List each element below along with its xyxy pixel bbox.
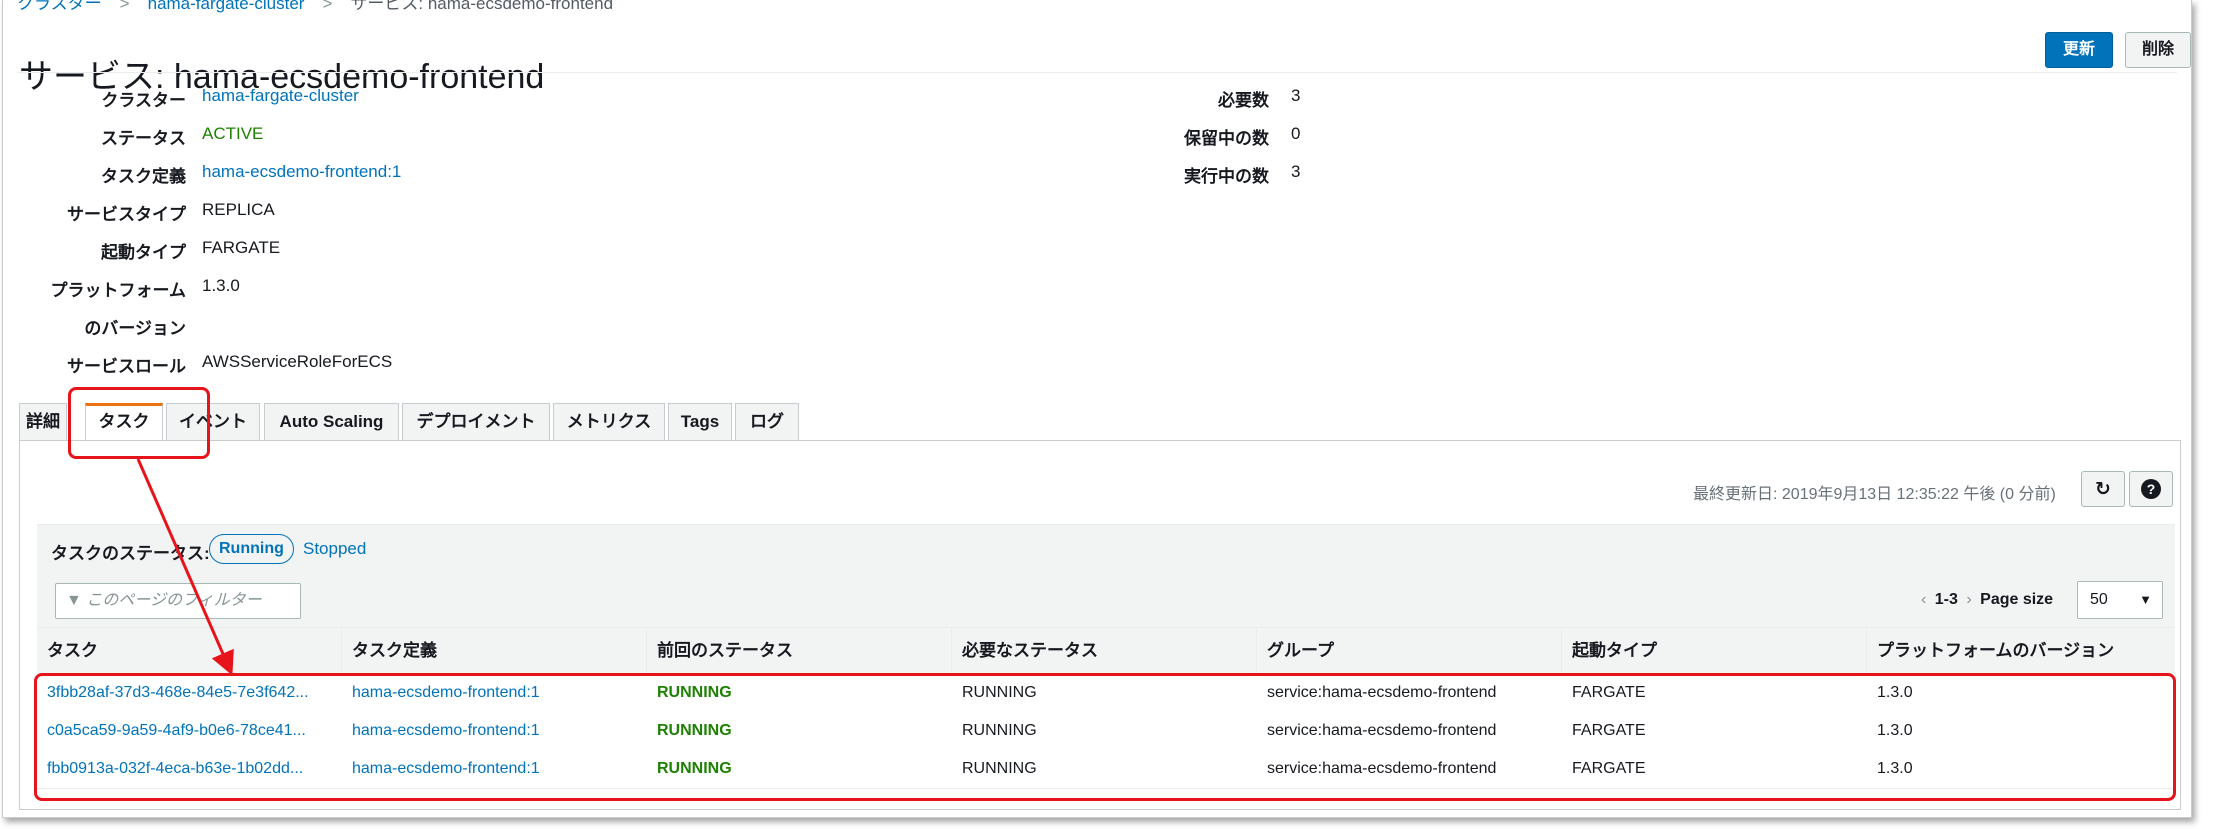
group: service:hama-ecsdemo-frontend	[1267, 684, 1497, 701]
launch-type: FARGATE	[1572, 760, 1646, 777]
page-size-select[interactable]: 50 ▼	[2077, 581, 2163, 619]
platform-version: 1.3.0	[1877, 760, 1913, 777]
filter-icon: ▼	[66, 592, 82, 609]
table-header: タスク タスク定義 前回のステータス 必要なステータス グループ 起動タイプ プ…	[37, 627, 2175, 674]
detail-key: のバージョン	[84, 319, 186, 338]
breadcrumb-cluster[interactable]: hama-fargate-cluster	[148, 0, 305, 13]
task-id-link[interactable]: c0a5ca59-9a59-4af9-b0e6-78ce41...	[37, 712, 342, 750]
detail-key: サービスロール	[67, 357, 186, 376]
detail-value: 0	[1291, 124, 1301, 143]
pagination: ‹ 1-3 › Page size	[1917, 591, 2053, 609]
column-header[interactable]: プラットフォームのバージョン	[1867, 628, 2175, 674]
refresh-button[interactable]: ↻	[2081, 471, 2125, 507]
detail-key: クラスター	[101, 91, 186, 110]
task-id-link[interactable]: fbb0913a-032f-4eca-b63e-1b02dd...	[37, 750, 342, 788]
tab-tags[interactable]: Tags	[668, 403, 732, 440]
breadcrumb-clusters[interactable]: クラスター	[17, 0, 102, 13]
task-status-label: タスクのステータス:	[51, 544, 210, 563]
pager-range: 1-3	[1934, 591, 1958, 608]
filter-input[interactable]: ▼ このページのフィルター	[55, 583, 301, 619]
next-page-icon[interactable]: ›	[1966, 591, 1971, 608]
detail-value: 1.3.0	[202, 276, 240, 295]
desired-status: RUNNING	[962, 722, 1037, 739]
breadcrumb-current: サービス: hama-ecsdemo-frontend	[350, 0, 614, 13]
tab-metrics[interactable]: メトリクス	[553, 403, 665, 440]
detail-key: 起動タイプ	[101, 243, 186, 262]
detail-value: AWSServiceRoleForECS	[202, 352, 393, 371]
detail-key: ステータス	[101, 129, 186, 148]
launch-type: FARGATE	[1572, 684, 1646, 701]
update-button[interactable]: 更新	[2045, 32, 2113, 68]
table-row: 3fbb28af-37d3-468e-84e5-7e3f642... hama-…	[37, 674, 2175, 713]
detail-value: FARGATE	[202, 238, 281, 257]
column-header[interactable]: 必要なステータス	[952, 628, 1257, 674]
task-definition-link[interactable]: hama-ecsdemo-frontend:1	[342, 712, 647, 750]
table-row: fbb0913a-032f-4eca-b63e-1b02dd... hama-e…	[37, 750, 2175, 789]
detail-key: 実行中の数	[1184, 167, 1269, 186]
filter-placeholder: このページのフィルター	[86, 592, 262, 609]
detail-value: 3	[1291, 162, 1301, 181]
platform-version: 1.3.0	[1877, 684, 1913, 701]
tab-details[interactable]: 詳細	[19, 403, 67, 440]
detail-value: REPLICA	[202, 200, 275, 219]
launch-type: FARGATE	[1572, 722, 1646, 739]
delete-button[interactable]: 削除	[2125, 32, 2191, 68]
status-value: ACTIVE	[202, 124, 264, 143]
prev-page-icon[interactable]: ‹	[1921, 591, 1926, 608]
group: service:hama-ecsdemo-frontend	[1267, 760, 1497, 777]
detail-value: 3	[1291, 86, 1301, 105]
detail-key: タスク定義	[101, 167, 186, 186]
column-header[interactable]: 起動タイプ	[1562, 628, 1867, 674]
breadcrumb: クラスター > hama-fargate-cluster > サービス: hama-ec…	[17, 0, 613, 14]
last-status: RUNNING	[657, 684, 732, 701]
task-status-filter: タスクのステータス: Running Stopped	[37, 524, 2175, 576]
group: service:hama-ecsdemo-frontend	[1267, 722, 1497, 739]
tab-tasks[interactable]: タスク	[85, 403, 163, 441]
column-header[interactable]: タスク定義	[342, 628, 647, 674]
column-header[interactable]: 前回のステータス	[647, 628, 952, 674]
tab-events[interactable]: イベント	[166, 403, 260, 440]
desired-status: RUNNING	[962, 760, 1037, 777]
platform-version: 1.3.0	[1877, 722, 1913, 739]
refresh-icon: ↻	[2095, 478, 2111, 500]
detail-key: 保留中の数	[1184, 129, 1269, 148]
detail-key: サービスタイプ	[67, 205, 186, 224]
last-status: RUNNING	[657, 722, 732, 739]
desired-status: RUNNING	[962, 684, 1037, 701]
page-size-value: 50	[2090, 591, 2108, 608]
running-filter-button[interactable]: Running	[209, 534, 294, 564]
cluster-link[interactable]: hama-fargate-cluster	[202, 86, 359, 106]
tab-logs[interactable]: ログ	[735, 403, 799, 440]
last-status: RUNNING	[657, 760, 732, 777]
task-id-link[interactable]: 3fbb28af-37d3-468e-84e5-7e3f642...	[37, 674, 342, 712]
app-frame: クラスター > hama-fargate-cluster > サービス: hama-ec…	[2, 0, 2192, 818]
column-header[interactable]: タスク	[37, 628, 342, 674]
task-definition-link[interactable]: hama-ecsdemo-frontend:1	[342, 750, 647, 788]
help-icon: ?	[2141, 479, 2161, 499]
tab-deployments[interactable]: デプロイメント	[402, 403, 550, 440]
divider	[17, 72, 2177, 73]
chevron-down-icon: ▼	[2139, 592, 2152, 607]
task-definition-link[interactable]: hama-ecsdemo-frontend:1	[202, 162, 401, 182]
table-row: c0a5ca59-9a59-4af9-b0e6-78ce41... hama-e…	[37, 712, 2175, 751]
last-updated: 最終更新日: 2019年9月13日 12:35:22 午後 (0 分前)	[1693, 486, 2056, 503]
detail-key: プラットフォーム	[50, 281, 187, 300]
stopped-filter-link[interactable]: Stopped	[303, 539, 366, 559]
filter-row: ▼ このページのフィルター ‹ 1-3 › Page size 50 ▼	[37, 575, 2175, 627]
tab-auto-scaling[interactable]: Auto Scaling	[264, 403, 399, 440]
page-size-label: Page size	[1980, 591, 2054, 608]
detail-key: 必要数	[1218, 91, 1269, 110]
help-button[interactable]: ?	[2129, 471, 2173, 507]
task-definition-link[interactable]: hama-ecsdemo-frontend:1	[342, 674, 647, 712]
column-header[interactable]: グループ	[1257, 628, 1562, 674]
